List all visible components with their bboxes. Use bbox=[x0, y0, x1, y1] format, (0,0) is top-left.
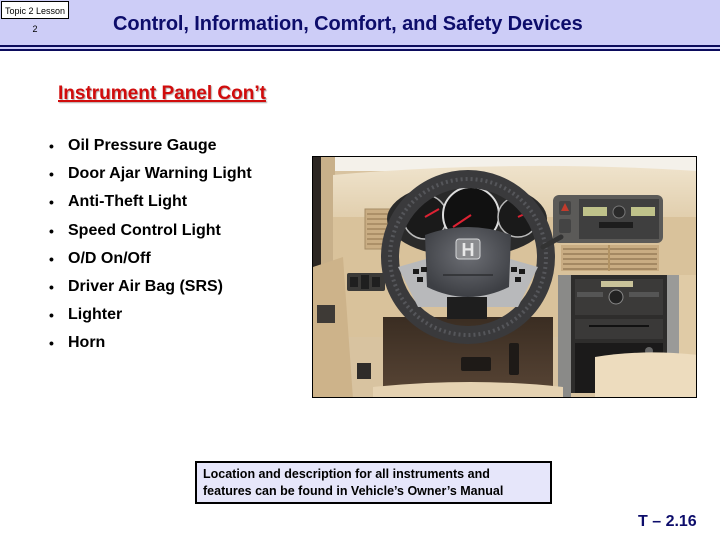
bullet-text: Speed Control Light bbox=[68, 221, 221, 239]
bullet-text: Anti-Theft Light bbox=[68, 193, 188, 211]
topic-lesson-label: Topic 2 Lesson 2 bbox=[1, 1, 69, 34]
driver-switch-panel bbox=[347, 273, 385, 291]
bullet-text: Horn bbox=[68, 334, 106, 352]
bullet-icon: • bbox=[49, 335, 54, 352]
instrument-panel-photo: H bbox=[312, 156, 697, 398]
bullet-item: • Anti-Theft Light bbox=[48, 190, 252, 218]
bullet-text: O/D On/Off bbox=[68, 249, 151, 267]
owners-manual-note: Location and description for all instrum… bbox=[195, 461, 552, 504]
bullet-item: • Speed Control Light bbox=[48, 219, 252, 247]
bullet-item: • Driver Air Bag (SRS) bbox=[48, 275, 252, 303]
bullet-icon: • bbox=[49, 307, 54, 324]
hood-release bbox=[357, 363, 371, 379]
note-line-2: features can be found in Vehicle’s Owner… bbox=[203, 484, 504, 498]
airbag-horn-pad bbox=[425, 227, 511, 297]
slide-number: T – 2.16 bbox=[638, 513, 697, 530]
bullet-icon: • bbox=[49, 166, 54, 183]
honda-logo-icon: H bbox=[462, 240, 475, 260]
passenger-seat bbox=[595, 352, 696, 397]
feature-bullet-list: • Oil Pressure Gauge • Door Ajar Warning L… bbox=[48, 134, 252, 360]
bullet-item: • Door Ajar Warning Light bbox=[48, 162, 252, 190]
bullet-item: • Oil Pressure Gauge bbox=[48, 134, 252, 162]
bullet-text: Driver Air Bag (SRS) bbox=[68, 277, 223, 295]
bullet-item: • Horn bbox=[48, 331, 252, 359]
brake-pedal bbox=[461, 357, 491, 371]
section-subtitle: Instrument Panel Con’t bbox=[58, 83, 266, 104]
bullet-icon: • bbox=[49, 278, 54, 295]
bullet-text: Oil Pressure Gauge bbox=[68, 137, 217, 154]
note-line-1: Location and description for all instrum… bbox=[203, 467, 490, 481]
bullet-item: • Lighter bbox=[48, 303, 252, 331]
bullet-icon: • bbox=[49, 250, 54, 267]
bullet-icon: • bbox=[49, 194, 54, 211]
header-divider-bottom bbox=[0, 49, 720, 51]
dashboard-illustration: H bbox=[313, 157, 696, 397]
bullet-icon: • bbox=[49, 138, 54, 154]
bullet-icon: • bbox=[49, 222, 54, 239]
slide-title: Control, Information, Comfort, and Safet… bbox=[113, 13, 583, 35]
bullet-text: Lighter bbox=[68, 306, 123, 324]
bullet-text: Door Ajar Warning Light bbox=[68, 165, 252, 183]
accelerator-pedal bbox=[509, 343, 519, 375]
bullet-item: • O/D On/Off bbox=[48, 247, 252, 275]
